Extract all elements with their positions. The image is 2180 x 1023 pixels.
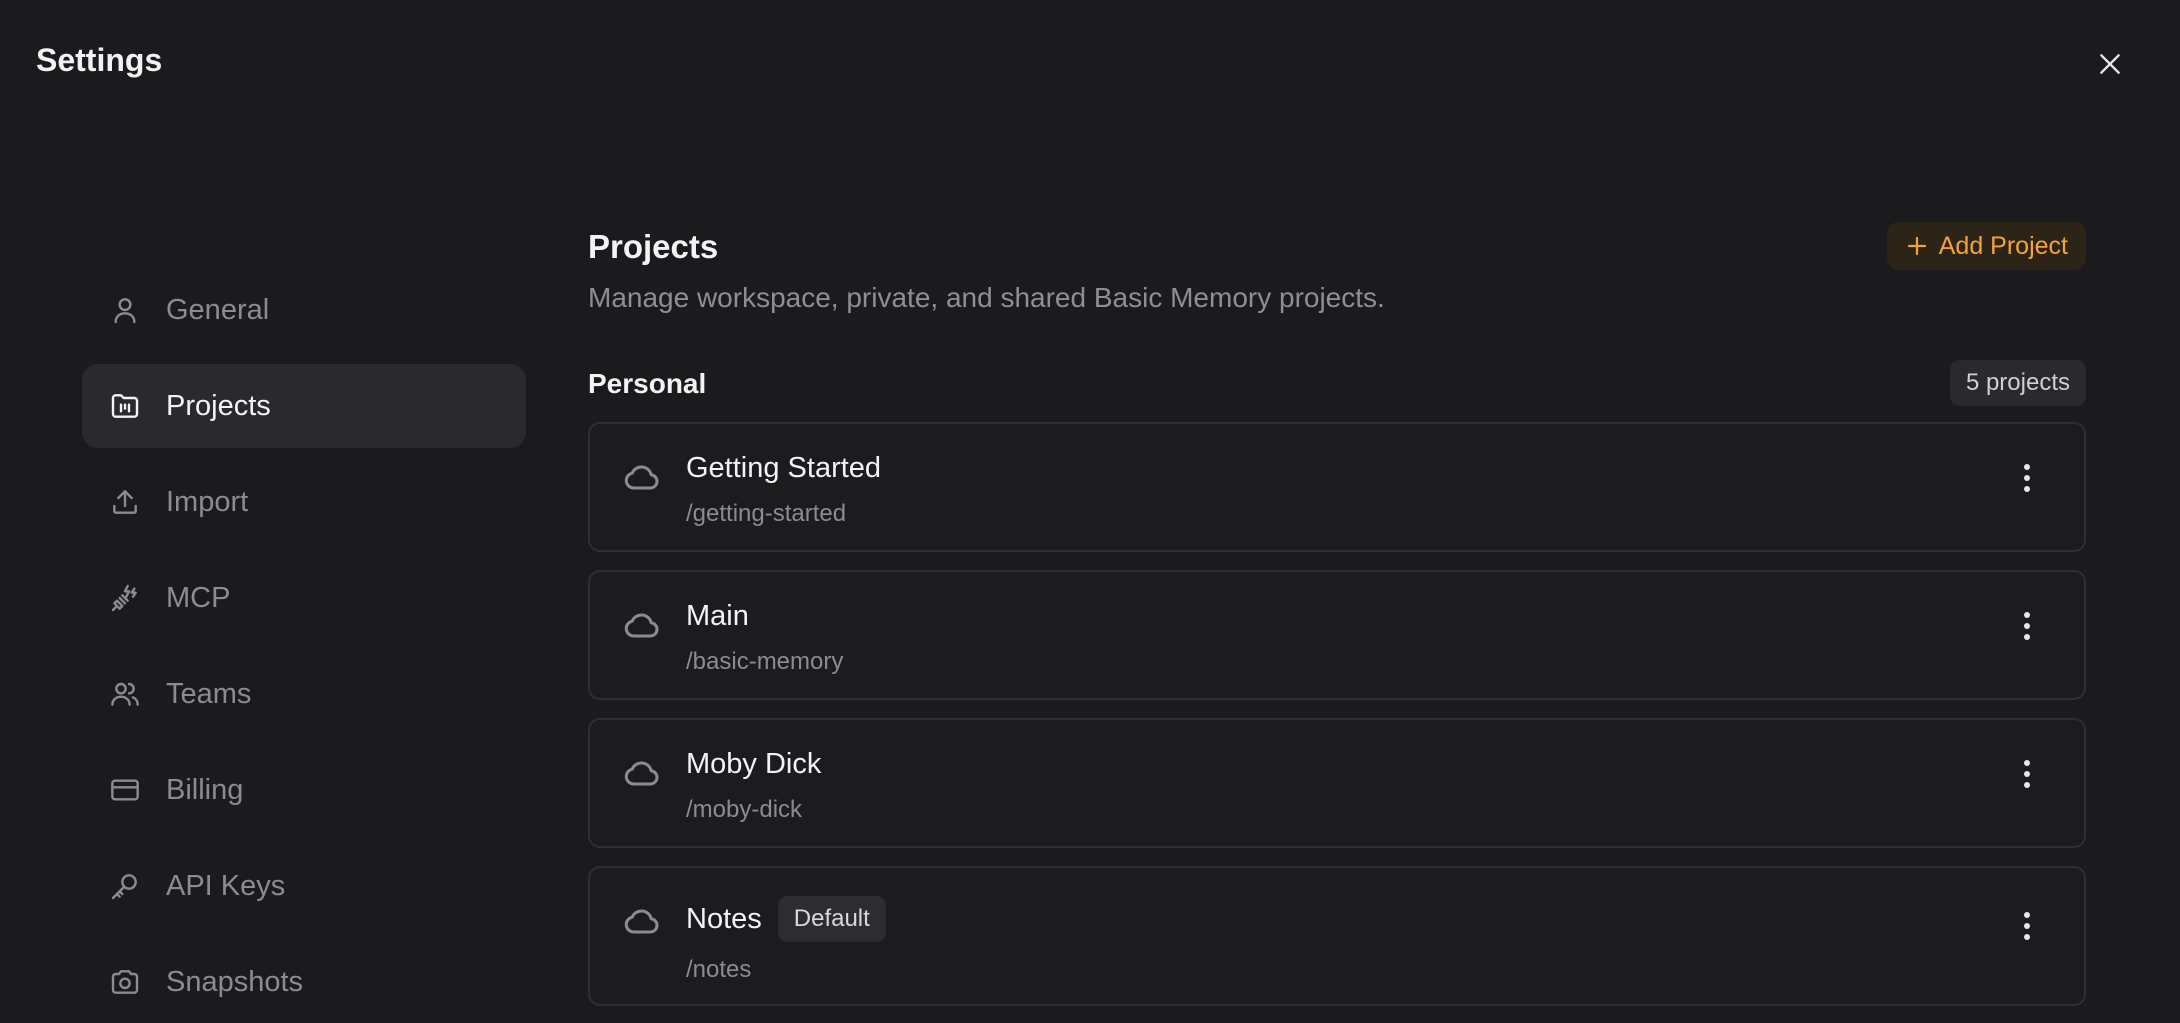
project-name: Notes Default: [686, 896, 886, 942]
user-icon: [108, 293, 142, 327]
sidebar-item-label: Billing: [166, 773, 244, 806]
sidebar-item-label: Teams: [166, 677, 252, 710]
settings-page: Settings General Projects Import MCP Tea…: [0, 0, 2180, 1023]
project-card-main[interactable]: Main /basic-memory: [588, 570, 2086, 700]
project-name-text: Main: [686, 600, 749, 632]
project-name-text: Moby Dick: [686, 748, 822, 780]
project-path: /basic-memory: [686, 648, 844, 675]
close-icon: [2100, 54, 2120, 74]
project-name: Moby Dick: [686, 748, 821, 781]
camera-icon: [108, 965, 142, 999]
project-count-badge: 5 projects: [1949, 360, 2086, 406]
cloud-icon: [624, 465, 659, 490]
sidebar-item-label: API Keys: [166, 869, 286, 902]
page-title: Projects: [588, 228, 719, 265]
cloud-icon: [624, 909, 659, 934]
more-vertical-icon: [2024, 912, 2030, 940]
sidebar-item-teams[interactable]: Teams: [82, 652, 526, 736]
sidebar-item-import[interactable]: Import: [82, 460, 526, 544]
group-title: Personal: [588, 368, 707, 399]
add-project-button[interactable]: Add Project: [1886, 222, 2086, 270]
key-icon: [108, 869, 142, 903]
project-path: /notes: [686, 956, 752, 983]
project-menu-button[interactable]: [2010, 754, 2044, 794]
cloud-icon: [624, 761, 659, 786]
folder-icon: [108, 389, 142, 423]
project-name-text: Getting Started: [686, 452, 882, 484]
sidebar-item-label: Snapshots: [166, 965, 304, 998]
window-title: Settings: [36, 42, 163, 78]
sidebar-item-api-keys[interactable]: API Keys: [82, 844, 526, 928]
credit-card-icon: [108, 773, 142, 807]
more-vertical-icon: [2024, 464, 2030, 492]
sidebar-item-projects[interactable]: Projects: [82, 364, 526, 448]
close-button[interactable]: [2092, 46, 2128, 82]
panel-header: Projects Add Project: [588, 222, 2086, 274]
sidebar-item-label: Import: [166, 485, 249, 518]
upload-icon: [108, 485, 142, 519]
project-list: Getting Started /getting-started Main /b…: [588, 422, 2086, 1006]
project-card-getting-started[interactable]: Getting Started /getting-started: [588, 422, 2086, 552]
more-vertical-icon: [2024, 612, 2030, 640]
sidebar-item-label: MCP: [166, 581, 231, 614]
project-path: /moby-dick: [686, 796, 803, 823]
sidebar-item-mcp[interactable]: MCP: [82, 556, 526, 640]
cloud-icon: [624, 613, 659, 638]
project-name-text: Notes: [686, 902, 762, 935]
add-project-label: Add Project: [1938, 231, 2068, 260]
group-header: Personal 5 projects: [588, 360, 2086, 406]
project-card-moby-dick[interactable]: Moby Dick /moby-dick: [588, 718, 2086, 848]
more-vertical-icon: [2024, 760, 2030, 788]
project-name: Getting Started: [686, 452, 881, 485]
project-card-notes[interactable]: Notes Default /notes: [588, 866, 2086, 1006]
project-menu-button[interactable]: [2010, 606, 2044, 646]
plug-icon: [108, 581, 142, 615]
project-path: /getting-started: [686, 500, 847, 527]
project-menu-button[interactable]: [2010, 458, 2044, 498]
page-description: Manage workspace, private, and shared Ba…: [588, 282, 1385, 313]
project-name: Main: [686, 600, 749, 633]
settings-sidebar: General Projects Import MCP Teams Billin…: [82, 268, 526, 1023]
sidebar-item-billing[interactable]: Billing: [82, 748, 526, 832]
plus-icon: [1907, 236, 1926, 256]
project-menu-button[interactable]: [2010, 906, 2044, 946]
sidebar-item-general[interactable]: General: [82, 268, 526, 352]
default-badge: Default: [777, 896, 886, 942]
sidebar-item-snapshots[interactable]: Snapshots: [82, 940, 526, 1023]
sidebar-item-label: General: [166, 293, 270, 326]
users-icon: [108, 677, 142, 711]
projects-panel: Projects Add Project Manage workspace, p…: [588, 222, 2086, 1023]
sidebar-item-label: Projects: [166, 389, 271, 422]
